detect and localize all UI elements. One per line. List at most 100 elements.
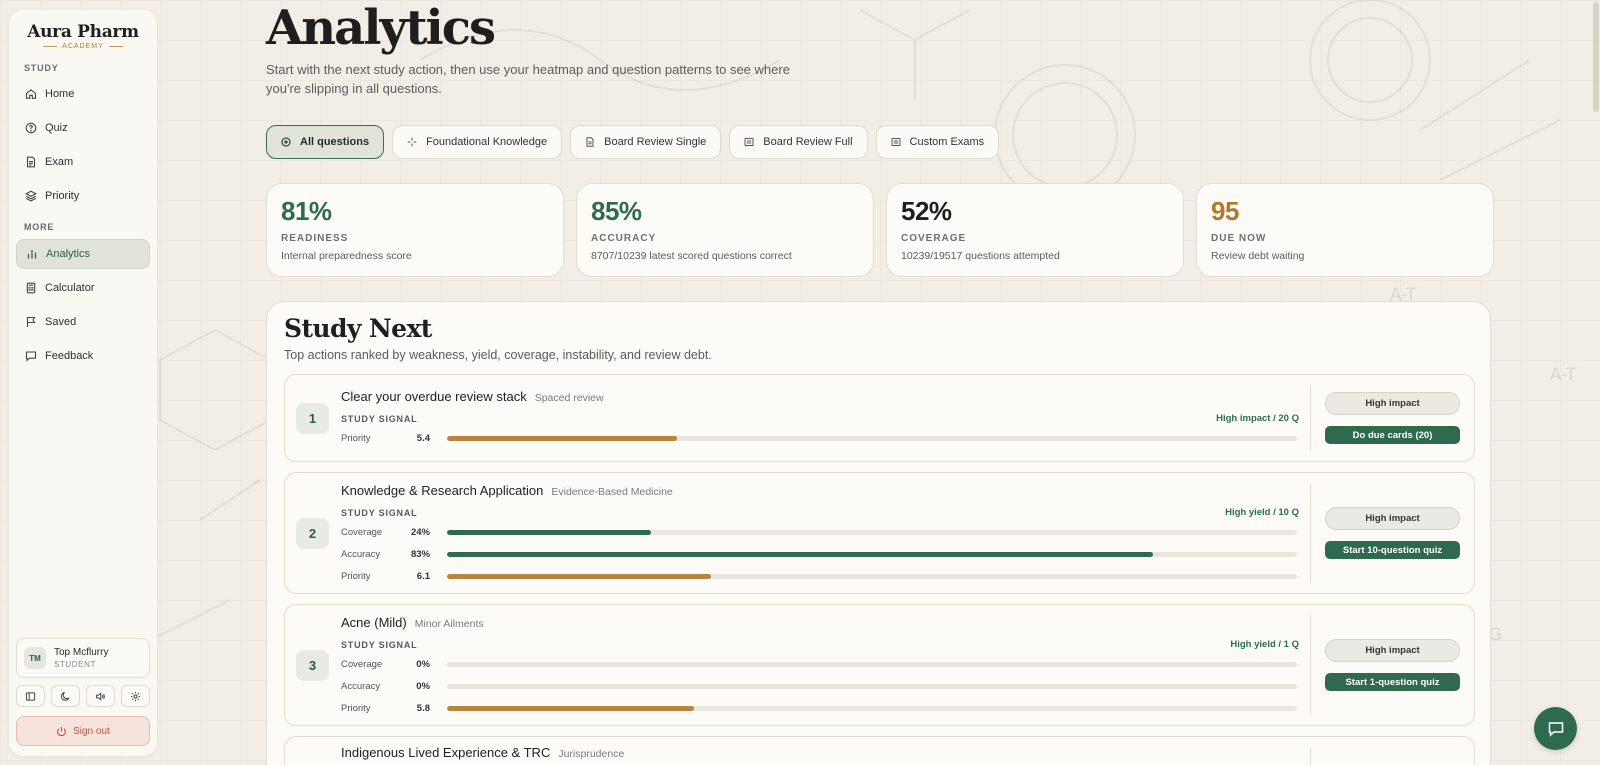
brand-logo[interactable]: Aura Pharm ACADEMY [9,10,157,50]
sidebar-item-label: Priority [45,190,80,202]
dark-mode-button[interactable] [51,685,80,707]
stat-value: 81% [281,196,332,226]
filter-all-questions[interactable]: All questions [266,125,385,159]
progress-track [447,573,1297,579]
question-filter-tabs: All questions Foundational Knowledge Boa… [266,125,1496,159]
sidebar-item-feedback[interactable]: Feedback [16,341,150,371]
avatar: TM [24,647,46,669]
study-card: 3 Acne (Mild) Minor Ailments STUDY SIGNAL… [284,604,1475,726]
filter-custom-exams[interactable]: Custom Exams [875,125,1000,159]
metric-label: Coverage [341,658,383,670]
filter-foundational-knowledge[interactable]: Foundational Knowledge [392,125,563,159]
speaker-icon [96,691,105,701]
stat-label: COVERAGE [901,233,967,244]
document-icon [586,137,594,147]
metric-row-accuracy: Accuracy 83% [341,547,1297,561]
card-title: Acne (Mild) Minor Ailments [341,615,484,630]
toggle-sidebar-button[interactable] [16,685,45,707]
sidebar-item-analytics[interactable]: Analytics [16,239,150,269]
gear-icon [130,691,141,701]
stat-value: 52% [901,196,952,226]
study-card: 2 Knowledge & Research Application Eviden… [284,472,1475,594]
card-tag: Jurisprudence [558,748,625,760]
card-title: Clear your overdue review stack Spaced re… [341,389,604,404]
user-profile-card[interactable]: TM Top Mcflurry STUDENT [16,638,150,678]
sidebar-item-label: Analytics [46,248,91,260]
sidebar: Aura Pharm ACADEMY STUDY Home Quiz Exam … [9,10,157,756]
sidebar-item-home[interactable]: Home [16,79,150,109]
bar-chart-icon [27,250,37,259]
section-title: Study Next [284,314,432,343]
metric-row-priority: Priority 5.4 [341,431,1297,445]
progress-track [447,705,1297,711]
sound-button[interactable] [86,685,115,707]
study-card: Indigenous Lived Experience & TRC Jurispr… [284,736,1475,765]
layers-icon [25,190,37,202]
filter-label: All questions [300,136,370,148]
chat-icon [1548,721,1563,737]
sidebar-toolbar [16,685,150,707]
study-signal-label: STUDY SIGNAL [341,414,418,424]
filter-board-review-full[interactable]: Board Review Full [729,125,868,159]
power-icon [57,726,67,736]
stat-description: 8707/10239 latest scored questions corre… [591,250,792,262]
stat-description: Internal preparedness score [281,250,412,262]
filter-label: Foundational Knowledge [426,136,548,148]
card-tag: Minor Ailments [414,618,484,630]
filter-board-review-single[interactable]: Board Review Single [570,125,722,159]
sidebar-item-calculator[interactable]: Calculator [16,273,150,303]
section-label-more: MORE [24,222,55,232]
start-quiz-button[interactable]: Start 10-question quiz [1325,541,1460,559]
start-quiz-button[interactable]: Start 1-question quiz [1325,673,1460,691]
section-label-study: STUDY [24,63,59,73]
rank-badge: 2 [296,518,329,549]
metric-label: Accuracy [341,548,381,560]
stat-value: 95 [1211,196,1239,226]
sidebar-item-exam[interactable]: Exam [16,147,150,177]
sidebar-item-label: Feedback [45,350,94,362]
stat-label: READINESS [281,233,349,244]
page-subtitle: Start with the next study action, then u… [266,62,790,96]
document-icon [26,156,36,168]
study-signal-value: High yield / 1 Q [1230,639,1299,650]
metric-row-accuracy: Accuracy 0% [341,679,1297,693]
progress-fill [447,705,694,711]
metric-value: 6.1 [416,570,430,582]
metric-label: Priority [341,570,371,582]
sidebar-item-label: Saved [45,316,77,328]
metric-row-coverage: Coverage 0% [341,657,1297,671]
sidebar-item-label: Home [45,88,75,100]
user-role: STUDENT [54,660,96,669]
metric-row-priority: Priority 6.1 [341,569,1297,583]
sparkle-icon [407,137,417,147]
list-document-icon [744,138,754,146]
sign-out-label: Sign out [73,725,110,737]
brand-name: Aura Pharm [27,22,139,42]
settings-button[interactable] [121,685,150,707]
do-due-cards-button[interactable]: Do due cards (20) [1325,426,1460,444]
stat-card-readiness: 81% READINESS Internal preparedness scor… [266,183,564,277]
chat-button[interactable] [1534,707,1577,750]
progress-track [447,551,1297,557]
sidebar-item-quiz[interactable]: Quiz [16,113,150,143]
card-title: Indigenous Lived Experience & TRC Jurispr… [341,745,625,760]
main-content: Analytics Start with the next study acti… [266,0,1496,765]
filter-label: Custom Exams [909,136,985,148]
list-document-icon [891,138,901,146]
sign-out-button[interactable]: Sign out [16,716,150,746]
calculator-icon [26,282,36,294]
message-icon [25,351,37,362]
progress-track [447,683,1297,689]
sidebar-item-label: Exam [45,156,74,168]
rank-badge: 3 [296,650,329,681]
sidebar-item-priority[interactable]: Priority [16,181,150,211]
study-signal-value: High impact / 20 Q [1216,413,1299,424]
metric-value: 5.4 [416,432,430,444]
card-title: Knowledge & Research Application Evidence… [341,483,673,498]
scrollbar-thumb[interactable] [1593,2,1599,112]
scrollbar[interactable] [1592,0,1600,765]
progress-fill [447,551,1153,557]
brand-subtitle: ACADEMY [9,43,157,50]
section-subtitle: Top actions ranked by weakness, yield, c… [284,348,712,362]
sidebar-item-saved[interactable]: Saved [16,307,150,337]
